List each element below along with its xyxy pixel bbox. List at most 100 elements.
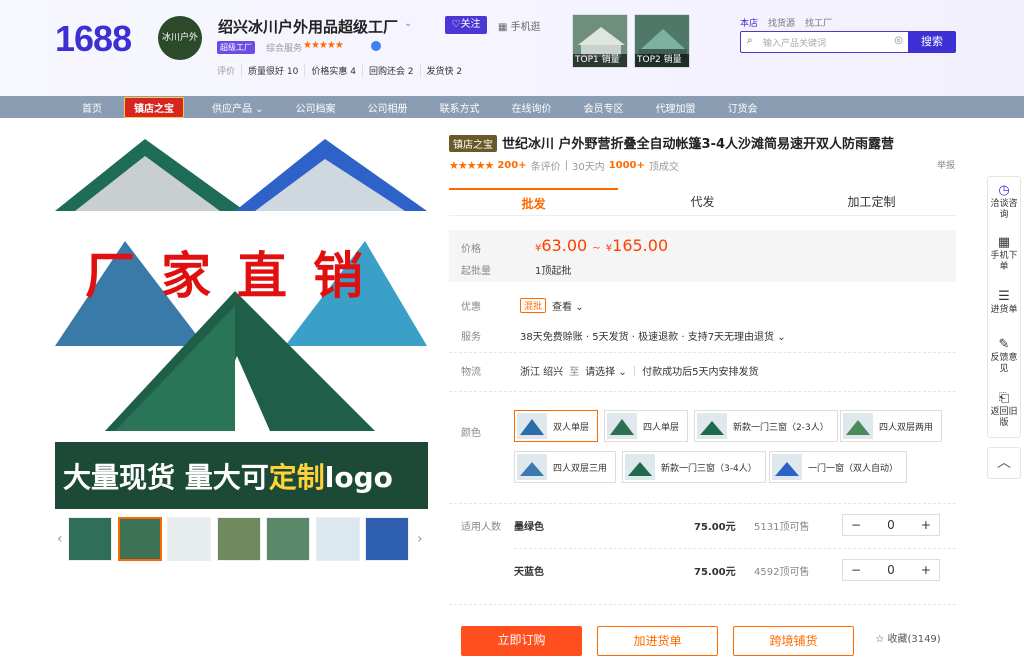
sku-name: 墨绿色 <box>514 521 544 533</box>
price-low: 63.00 <box>541 236 588 255</box>
sidebar-item-mobile-order[interactable]: ▦ 手机下单 <box>988 235 1020 273</box>
title-text: 世纪冰川 户外野营折叠全自动帐篷3-4人沙滩简易速开双人防雨露营 <box>502 137 895 152</box>
nav-treasure[interactable]: 镇店之宝 <box>124 96 184 118</box>
color-option[interactable]: 四人双层两用 <box>840 410 943 442</box>
next-icon[interactable]: › <box>417 531 423 547</box>
link-find-factory[interactable]: 找工厂 <box>805 16 832 29</box>
sku-stock: 5131顶可售 <box>754 521 810 533</box>
factory-badge: 超级工厂 <box>217 41 255 54</box>
link-this-shop[interactable]: 本店 <box>740 16 758 29</box>
nav-order-fair[interactable]: 订货会 <box>728 100 758 115</box>
color-option[interactable]: 新款一门三窗（3-4人） <box>622 451 766 483</box>
thumbnail[interactable] <box>217 517 261 561</box>
thumbnail[interactable] <box>365 517 409 561</box>
sidebar-item-consult[interactable]: ◷ 洽谈咨询 <box>988 183 1020 221</box>
edit-icon: ✎ <box>998 337 1010 352</box>
prev-icon[interactable]: ‹ <box>57 531 63 547</box>
sidebar-item-feedback[interactable]: ✎ 反馈意见 <box>988 337 1020 375</box>
service-text[interactable]: 38天免费赊账 · 5天发货 · 极速退款 · 支持7天无理由退货 ⌄ <box>520 328 786 343</box>
follow-button[interactable]: ♡关注 <box>445 16 487 34</box>
plus-icon[interactable]: + <box>921 563 931 577</box>
tent-thumb-icon <box>697 413 727 439</box>
rating-row: ★★★★★ 200+ 条评价 | 30天内 1000+ 顶成交 <box>449 158 679 173</box>
thumbnail[interactable] <box>266 517 310 561</box>
eval-tag[interactable]: 回购还会 2 <box>361 64 414 77</box>
tent-thumb-icon <box>517 413 547 439</box>
divider: | <box>632 365 637 376</box>
search-button[interactable]: 搜索 <box>908 31 956 53</box>
price-separator: ~ <box>592 243 601 254</box>
thumbnail[interactable] <box>167 517 211 561</box>
thumbnail[interactable] <box>118 517 162 561</box>
main-product-image[interactable]: 厂家直销 大量现货 量大可定制logo <box>55 131 428 509</box>
camera-icon[interactable]: ◎ <box>894 35 903 46</box>
quantity-value[interactable]: 0 <box>887 563 895 577</box>
cross-border-button[interactable]: 跨境铺货 <box>733 626 854 656</box>
tab-custom[interactable]: 加工定制 <box>787 188 956 215</box>
divider <box>449 391 956 392</box>
shop-logo[interactable]: 冰川户外 <box>158 16 202 60</box>
reviews-count[interactable]: 200+ <box>497 160 526 171</box>
eval-tag[interactable]: 价格实惠 4 <box>304 64 356 77</box>
price-box: 价格 ¥63.00 ~ ¥165.00 起批量 1顶起批 <box>449 230 956 282</box>
plus-icon[interactable]: + <box>921 518 931 532</box>
nav-home[interactable]: 首页 <box>82 100 102 115</box>
nav-inquiry[interactable]: 在线询价 <box>512 100 552 115</box>
sidebar-label: 返回旧版 <box>990 407 1018 428</box>
sidebar-item-old-version[interactable]: ⎗ 返回旧版 <box>988 391 1020 429</box>
quantity-stepper[interactable]: − 0 + <box>842 559 940 581</box>
buy-now-button[interactable]: 立即订购 <box>461 626 582 656</box>
promo-tag: 混批 <box>520 298 547 313</box>
logistics-row: 物流 浙江 绍兴 至 请选择 ⌄ | 付款成功后5天内安排发货 <box>461 363 759 378</box>
thumbnail[interactable] <box>316 517 360 561</box>
quantity-value[interactable]: 0 <box>887 518 895 532</box>
service-label: 服务 <box>461 332 481 343</box>
logistics-select[interactable]: 请选择 ⌄ <box>585 363 627 378</box>
logistics-to: 至 <box>569 367 580 378</box>
minus-icon[interactable]: − <box>851 563 861 577</box>
service-row: 服务 38天免费赊账 · 5天发货 · 极速退款 · 支持7天无理由退货 ⌄ <box>461 328 786 343</box>
color-label-row: 颜色 <box>461 424 514 439</box>
color-option[interactable]: 四人双层三用 <box>514 451 617 483</box>
banner-text: 大量现货 量大可定制logo <box>63 456 393 496</box>
shop-name[interactable]: 绍兴冰川户外用品超级工厂 <box>218 16 398 37</box>
tent-thumb-icon <box>607 413 637 439</box>
thumbnail[interactable] <box>68 517 112 561</box>
eval-tag[interactable]: 发货快 2 <box>419 64 462 77</box>
color-option[interactable]: 一门一窗（双人自动） <box>769 451 908 483</box>
chevron-down-icon[interactable]: ⌄ <box>404 18 412 29</box>
add-to-cart-button[interactable]: 加进货单 <box>597 626 718 656</box>
eval-tag[interactable]: 质量很好 10 <box>241 64 298 77</box>
nav-company-album[interactable]: 公司相册 <box>368 100 408 115</box>
top-product-thumb[interactable]: TOP1 销量 <box>572 14 628 68</box>
color-option[interactable]: 四人单层 <box>604 410 689 442</box>
nav-agent[interactable]: 代理加盟 <box>656 100 696 115</box>
top-product-thumb[interactable]: TOP2 销量 <box>634 14 690 68</box>
tab-wholesale[interactable]: 批发 <box>449 188 618 215</box>
link-find-source[interactable]: 找货源 <box>768 16 795 29</box>
mobile-browse-link[interactable]: ▦ 手机逛 <box>498 18 541 33</box>
search-input[interactable]: ⌕ 输入产品关键词 ◎ <box>740 31 910 53</box>
tent-thumb-icon <box>625 454 655 480</box>
tab-dropship[interactable]: 代发 <box>618 188 787 215</box>
sku-name: 天蓝色 <box>514 566 544 578</box>
color-option[interactable]: 双人单层 <box>514 410 599 442</box>
nav-products[interactable]: 供应产品 ⌄ <box>212 100 264 115</box>
site-logo[interactable]: 1688 <box>55 18 132 60</box>
favorite-button[interactable]: ☆ 收藏(3149) <box>872 626 944 656</box>
back-to-top-button[interactable]: ︿ <box>987 447 1021 479</box>
quantity-stepper[interactable]: − 0 + <box>842 514 940 536</box>
promo-view[interactable]: 查看 ⌄ <box>552 298 584 313</box>
minus-icon[interactable]: − <box>851 518 861 532</box>
tent-thumb-icon <box>772 454 802 480</box>
nav-company-profile[interactable]: 公司档案 <box>296 100 336 115</box>
report-link[interactable]: 举报 <box>937 158 955 171</box>
divider <box>449 503 956 504</box>
sidebar-item-cart[interactable]: ☰ 进货单 <box>988 289 1020 316</box>
banner-text-c: logo <box>324 461 393 494</box>
reviews-label: 条评价 <box>530 162 561 173</box>
sales-suffix: 顶成交 <box>648 162 679 173</box>
nav-member[interactable]: 会员专区 <box>584 100 624 115</box>
color-option[interactable]: 新款一门三窗（2-3人） <box>694 410 838 442</box>
nav-contact[interactable]: 联系方式 <box>440 100 480 115</box>
